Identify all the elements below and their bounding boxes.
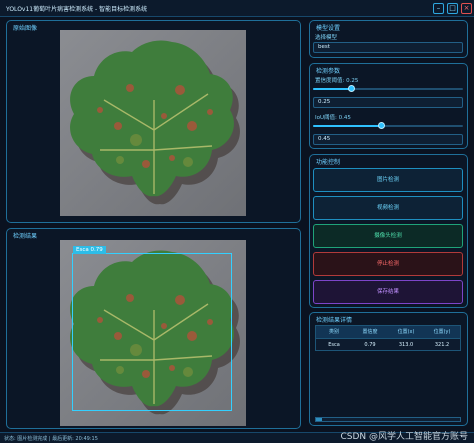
confidence-spinbox[interactable]: 0.25 bbox=[313, 97, 463, 108]
table-cell-y: 321.2 bbox=[434, 342, 450, 348]
save-result-button[interactable]: 保存结果 bbox=[313, 280, 463, 304]
column-header-class: 类别 bbox=[328, 329, 339, 335]
confidence-slider[interactable] bbox=[313, 85, 463, 92]
details-horizontal-scrollbar[interactable] bbox=[315, 417, 461, 422]
confidence-slider-knob[interactable] bbox=[347, 85, 355, 92]
iou-slider[interactable] bbox=[313, 122, 463, 129]
column-header-x: 位置(x) bbox=[397, 329, 415, 335]
iou-spinbox[interactable]: 0.45 bbox=[313, 134, 463, 145]
watermark: CSDN @风学人工智能官方账号 bbox=[340, 432, 468, 442]
iou-slider-knob[interactable] bbox=[377, 122, 385, 129]
detection-bounding-box: Esca 0.79 bbox=[72, 246, 232, 411]
model-settings-title: 模型设置 bbox=[316, 25, 341, 32]
model-select-value: best bbox=[318, 44, 330, 50]
iou-spinbox-value: 0.45 bbox=[318, 136, 331, 142]
title-bar: YOLOv11葡萄叶片病害检测系统 - 智能目标检测系统 – □ × bbox=[0, 0, 474, 17]
column-header-confidence: 置信度 bbox=[362, 329, 378, 335]
function-control-title: 功能控制 bbox=[316, 159, 341, 166]
status-text: 状态: 图片检测完成 | 最后更新: 20:49:15 bbox=[4, 436, 98, 442]
maximize-button[interactable]: □ bbox=[447, 3, 458, 14]
table-cell-class: Esca bbox=[328, 342, 340, 348]
minimize-icon: – bbox=[436, 4, 441, 12]
close-icon: × bbox=[463, 4, 470, 12]
model-select[interactable]: best bbox=[313, 42, 463, 53]
detection-label: Esca 0.79 bbox=[73, 246, 106, 254]
close-button[interactable]: × bbox=[461, 3, 472, 14]
result-image-title: 检测结果 bbox=[13, 233, 38, 240]
minimize-button[interactable]: – bbox=[433, 3, 444, 14]
table-cell-x: 313.0 bbox=[398, 342, 414, 348]
stop-detect-button[interactable]: 停止检测 bbox=[313, 252, 463, 276]
original-image bbox=[60, 30, 246, 216]
confidence-label: 置信度阈值: 0.25 bbox=[315, 78, 359, 84]
table-cell-confidence: 0.79 bbox=[364, 342, 376, 348]
column-header-y: 位置(y) bbox=[433, 329, 451, 335]
detection-params-title: 检测参数 bbox=[316, 68, 341, 75]
iou-label: IoU阈值: 0.45 bbox=[315, 115, 351, 121]
leaf-image bbox=[60, 30, 246, 216]
details-table: 类别 置信度 位置(x) 位置(y) Esca 0.79 313.0 321.2 bbox=[315, 325, 461, 351]
window-title: YOLOv11葡萄叶片病害检测系统 - 智能目标检测系统 bbox=[6, 6, 148, 13]
scrollbar-thumb[interactable] bbox=[316, 418, 322, 421]
table-row[interactable]: Esca 0.79 313.0 321.2 bbox=[316, 338, 460, 350]
confidence-slider-fill bbox=[313, 88, 351, 90]
original-image-title: 原始图像 bbox=[13, 25, 38, 32]
confidence-spinbox-value: 0.25 bbox=[318, 99, 331, 105]
iou-slider-fill bbox=[313, 125, 381, 127]
image-detect-button[interactable]: 图片检测 bbox=[313, 168, 463, 192]
camera-detect-button[interactable]: 摄像头检测 bbox=[313, 224, 463, 248]
video-detect-button[interactable]: 视频检测 bbox=[313, 196, 463, 220]
details-title: 检测结果详情 bbox=[316, 317, 353, 324]
select-model-label: 选择模型 bbox=[315, 35, 338, 41]
table-header-row: 类别 置信度 位置(x) 位置(y) bbox=[316, 326, 460, 338]
maximize-icon: □ bbox=[449, 4, 456, 12]
